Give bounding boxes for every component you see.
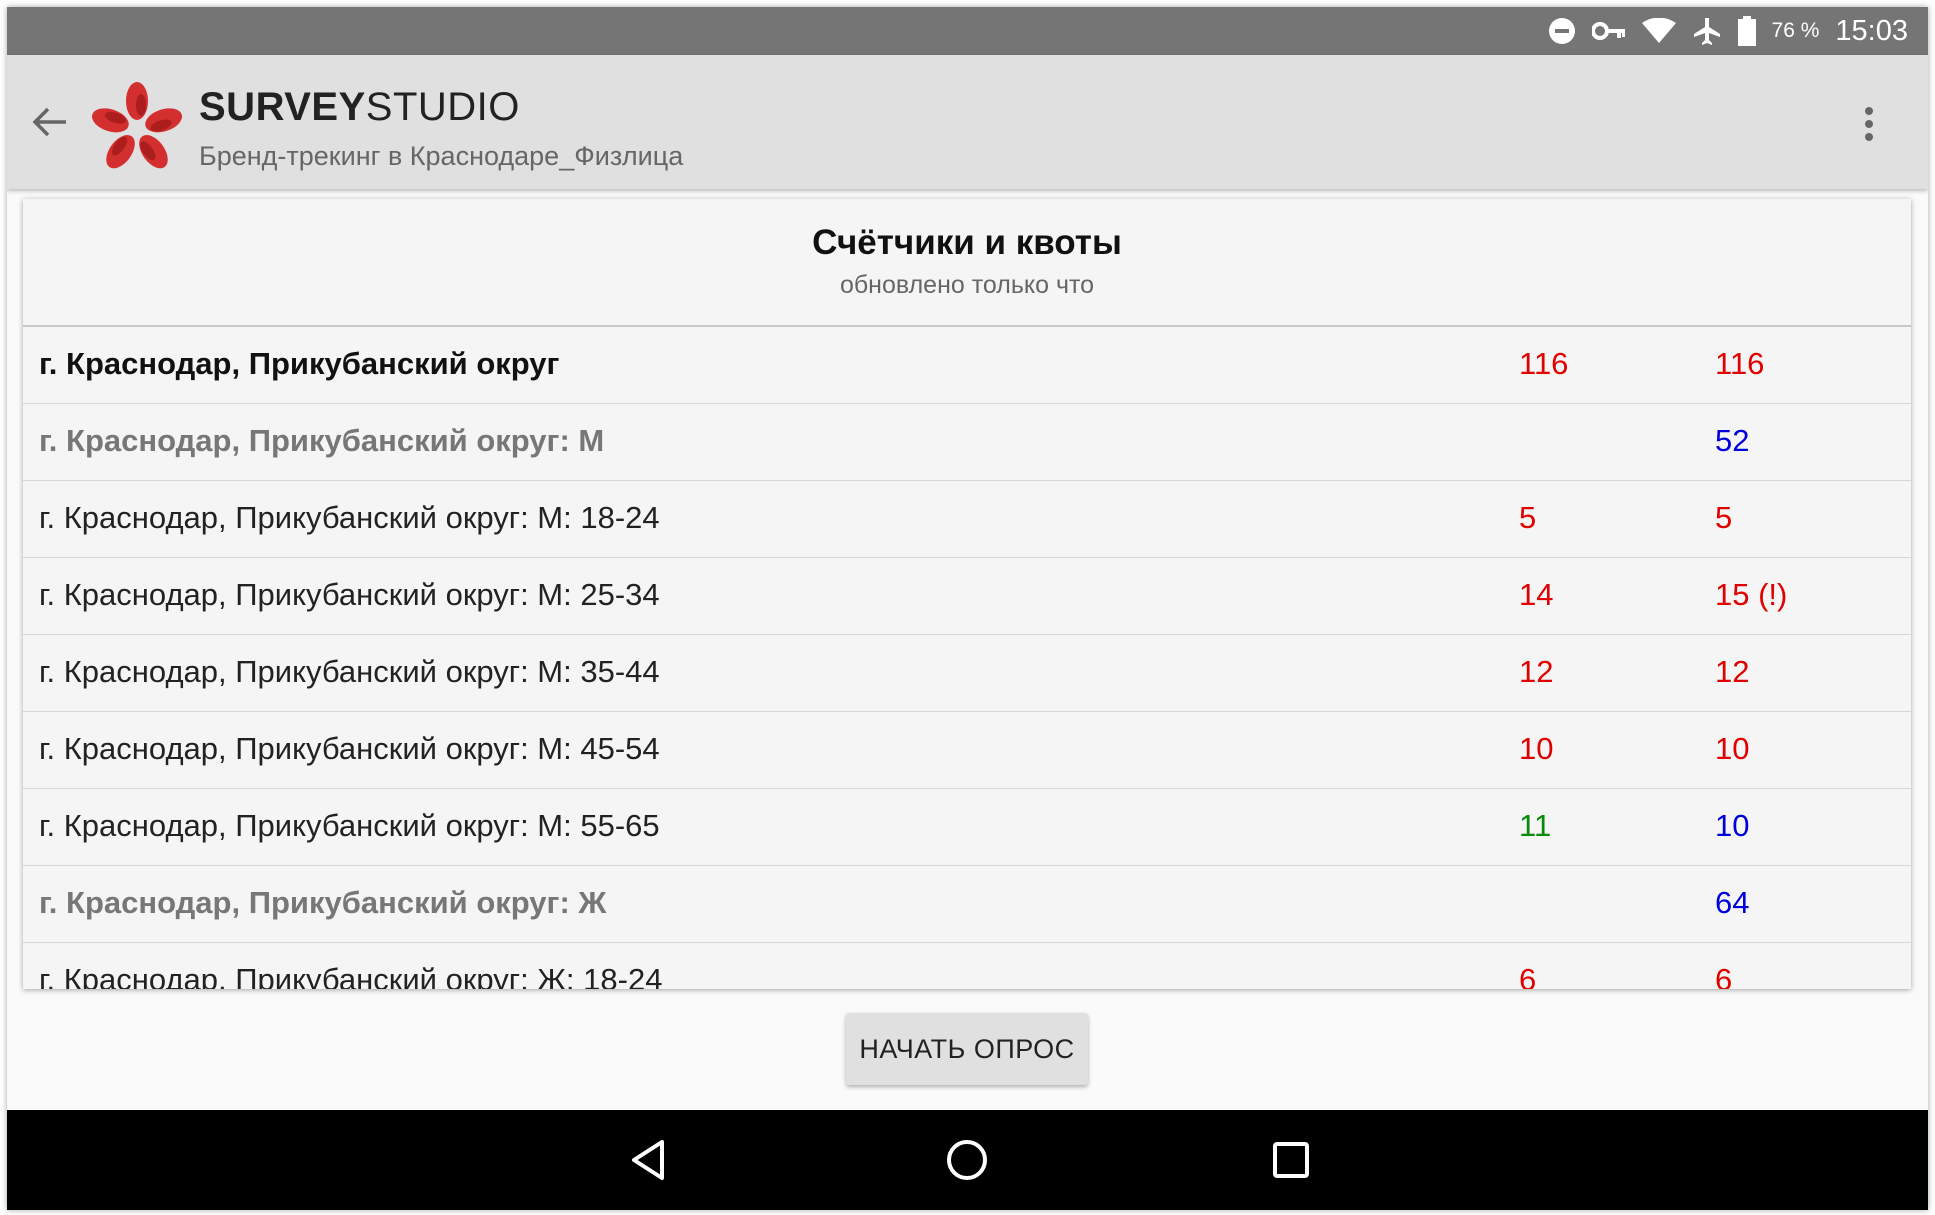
quota-count: 12 <box>1519 654 1554 689</box>
battery-percent: 76 % <box>1771 19 1820 42</box>
quota-target: 64 <box>1715 885 1750 920</box>
nav-recents-icon <box>1273 1142 1309 1178</box>
quota-card: Счётчики и квоты обновлено только что г.… <box>23 199 1911 989</box>
quota-row: г. Краснодар, Прикубанский округ: М: 45-… <box>23 712 1911 789</box>
navigation-bar <box>7 1110 1928 1210</box>
quota-label: г. Краснодар, Прикубанский округ: М: 35-… <box>39 654 660 689</box>
app-title-bold: SURVEY <box>199 85 366 129</box>
more-vert-icon <box>1865 107 1873 141</box>
quota-label: г. Краснодар, Прикубанский округ: Ж: 18-… <box>39 962 663 989</box>
quota-target: 10 <box>1715 808 1750 843</box>
nav-back-button[interactable] <box>620 1132 676 1188</box>
airplane-icon <box>1692 16 1722 46</box>
quota-row: г. Краснодар, Прикубанский округ 116 116 <box>23 327 1911 404</box>
app-logo <box>91 79 183 171</box>
device-screen: 76 % 15:03 SURVEYSTUDIO Бренд-трекинг в … <box>7 7 1928 1210</box>
quota-label: г. Краснодар, Прикубанский округ: М <box>39 423 605 458</box>
quota-count: 10 <box>1519 731 1554 766</box>
quota-label: г. Краснодар, Прикубанский округ <box>39 346 560 381</box>
card-updated-status: обновлено только что <box>839 271 1095 299</box>
quota-count: 14 <box>1519 577 1554 612</box>
quota-target: 6 <box>1715 962 1733 989</box>
quota-target: 52 <box>1715 423 1750 458</box>
overflow-menu-button[interactable] <box>1854 101 1884 147</box>
quota-label: г. Краснодар, Прикубанский округ: Ж <box>39 885 607 920</box>
quota-count: 116 <box>1519 346 1569 381</box>
app-bar: SURVEYSTUDIO Бренд-трекинг в Краснодаре_… <box>7 55 1928 189</box>
status-time: 15:03 <box>1835 14 1908 47</box>
nav-home-icon <box>947 1140 987 1180</box>
battery-icon <box>1737 16 1756 46</box>
app-title-rest: STUDIO <box>365 85 520 129</box>
quota-row: г. Краснодар, Прикубанский округ: Ж: 18-… <box>23 943 1911 989</box>
quota-target: 12 <box>1715 654 1750 689</box>
quota-count: 11 <box>1519 808 1552 843</box>
survey-name: Бренд-трекинг в Краснодаре_Физлица <box>199 141 684 171</box>
quota-row: г. Краснодар, Прикубанский округ: М: 18-… <box>23 481 1911 558</box>
card-title: Счётчики и квоты <box>812 223 1122 262</box>
quota-row: г. Краснодар, Прикубанский округ: Ж 64 <box>23 866 1911 943</box>
quota-count: 5 <box>1519 500 1537 535</box>
wifi-icon <box>1641 18 1676 44</box>
card-header: Счётчики и квоты обновлено только что <box>23 199 1911 327</box>
quota-row: г. Краснодар, Прикубанский округ: М: 55-… <box>23 789 1911 866</box>
app-title: SURVEYSTUDIO <box>199 85 520 130</box>
quota-row: г. Краснодар, Прикубанский округ: М 52 <box>23 404 1911 481</box>
vpn-key-icon <box>1591 21 1626 41</box>
back-button[interactable] <box>27 99 73 145</box>
quota-list[interactable]: г. Краснодар, Прикубанский округ 116 116… <box>23 327 1911 989</box>
quota-label: г. Краснодар, Прикубанский округ: М: 25-… <box>39 577 660 612</box>
quota-row: г. Краснодар, Прикубанский округ: М: 25-… <box>23 558 1911 635</box>
quota-label: г. Краснодар, Прикубанский округ: М: 55-… <box>39 808 660 843</box>
quota-target: 5 <box>1715 500 1733 535</box>
start-survey-button[interactable]: НАЧАТЬ ОПРОС <box>846 1013 1088 1085</box>
quota-target: 15 (!) <box>1715 577 1788 612</box>
quota-count: 6 <box>1519 962 1537 989</box>
arrow-back-icon <box>32 107 66 137</box>
quota-label: г. Краснодар, Прикубанский округ: М: 45-… <box>39 731 660 766</box>
status-icons: 76 % 15:03 <box>1548 7 1908 55</box>
quota-target: 116 <box>1715 346 1765 381</box>
quota-label: г. Краснодар, Прикубанский округ: М: 18-… <box>39 500 660 535</box>
quota-row: г. Краснодар, Прикубанский округ: М: 35-… <box>23 635 1911 712</box>
status-bar: 76 % 15:03 <box>7 7 1928 55</box>
nav-back-icon <box>632 1140 664 1180</box>
quota-target: 10 <box>1715 731 1750 766</box>
nav-home-button[interactable] <box>939 1132 995 1188</box>
do-not-disturb-icon <box>1548 17 1576 45</box>
nav-recents-button[interactable] <box>1263 1132 1319 1188</box>
